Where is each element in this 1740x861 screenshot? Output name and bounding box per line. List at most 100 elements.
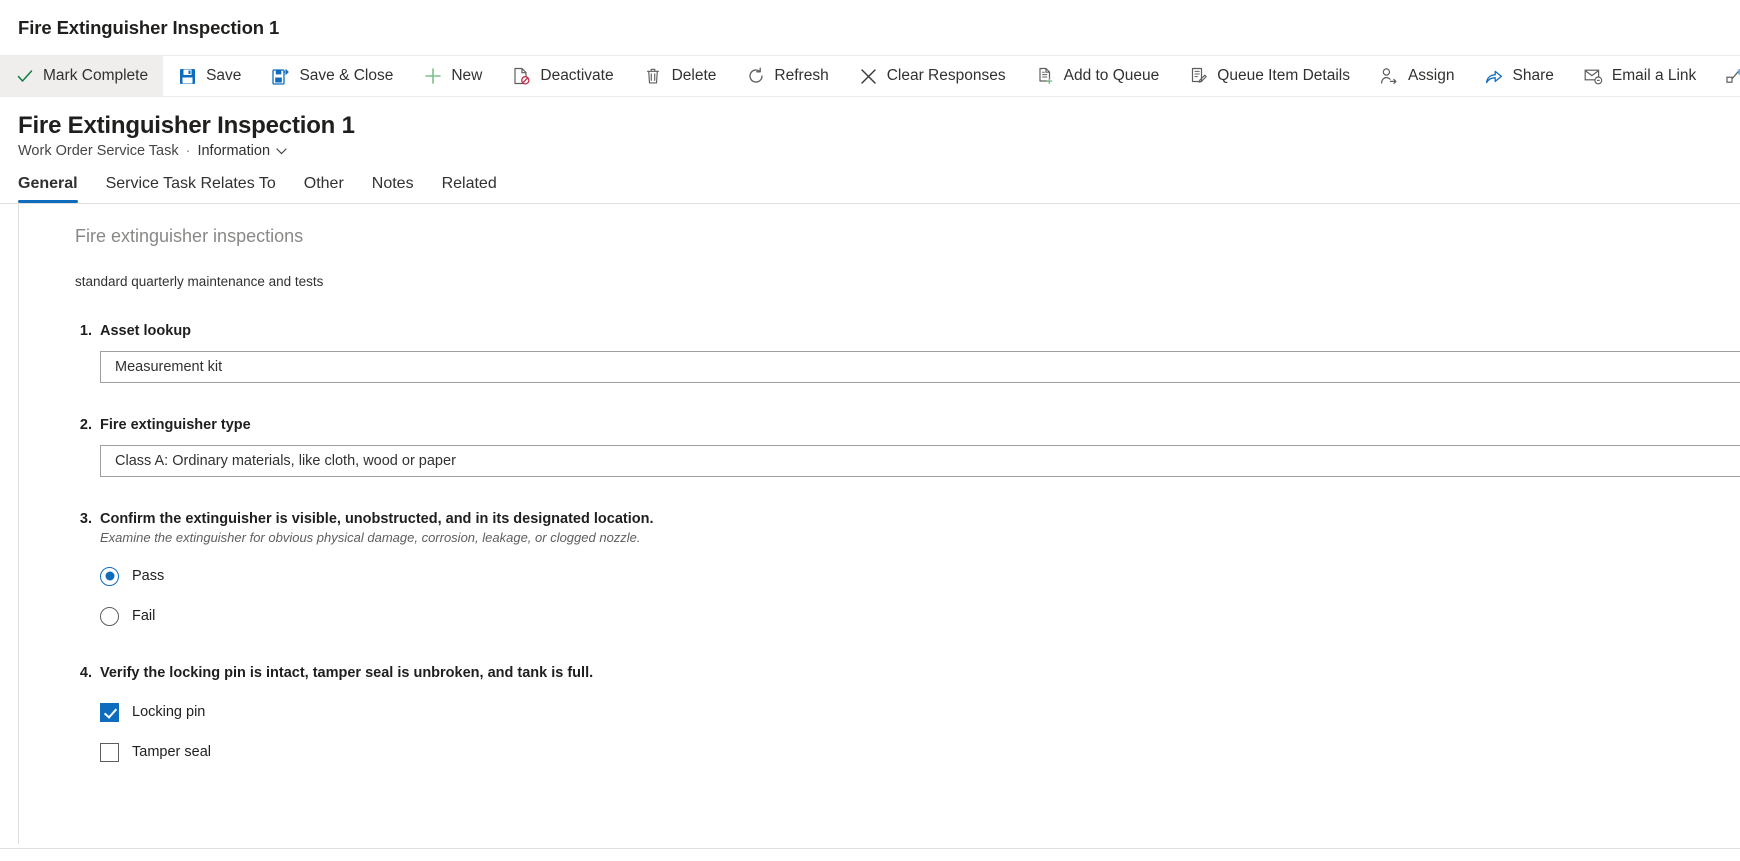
question-option-list: Pass Fail: [100, 561, 1740, 631]
question-header: 1. Asset lookup: [75, 323, 1740, 339]
command-button-assign[interactable]: Assign: [1365, 56, 1470, 96]
question-field-wrapper: [100, 445, 1740, 477]
command-button-label: New: [451, 67, 483, 84]
save-icon: [178, 67, 197, 86]
tab-related[interactable]: Related: [442, 175, 511, 203]
command-button-label: Mark Complete: [43, 67, 149, 84]
question-1-text-input[interactable]: [100, 351, 1740, 383]
command-button-save-close[interactable]: Save & Close: [256, 56, 408, 96]
radio-option-row[interactable]: Fail: [100, 601, 1740, 631]
question-label: Verify the locking pin is intact, tamper…: [100, 665, 594, 681]
question-label: Fire extinguisher type: [100, 417, 251, 433]
form-selector-label: Information: [197, 143, 271, 159]
command-button-new[interactable]: New: [408, 56, 497, 96]
question-label: Confirm the extinguisher is visible, uno…: [100, 511, 654, 527]
question-list: 1. Asset lookup 2. Fire extinguisher type 3.…: [75, 323, 1740, 767]
inspection-panel: Fire extinguisher inspections standard q…: [18, 204, 1740, 844]
command-button-share[interactable]: Share: [1470, 56, 1569, 96]
question-header: 3. Confirm the extinguisher is visible, u…: [75, 511, 1740, 527]
assign-person-icon: [1380, 67, 1399, 86]
tab-notes[interactable]: Notes: [372, 175, 428, 203]
add-to-queue-icon: [1036, 67, 1055, 86]
tab-label: General: [18, 175, 78, 192]
inspection-description: standard quarterly maintenance and tests: [75, 274, 324, 289]
tab-general[interactable]: General: [18, 175, 92, 203]
command-button-delete[interactable]: Delete: [629, 56, 732, 96]
radio-button-fail[interactable]: [100, 606, 119, 626]
question-header: 4. Verify the locking pin is intact, tamp…: [75, 665, 1740, 681]
command-button-add-to-queue[interactable]: Add to Queue: [1021, 56, 1175, 96]
command-button-save[interactable]: Save: [163, 56, 256, 96]
chevron-down-icon: [276, 143, 287, 159]
tab-label: Other: [303, 175, 344, 192]
checkbox-option-row[interactable]: Tamper seal: [100, 737, 1740, 767]
command-button-label: Add to Queue: [1063, 67, 1160, 84]
separator-dot: ·: [185, 143, 191, 159]
option-label: Tamper seal: [132, 744, 211, 760]
form-body: Fire extinguisher inspections standard q…: [0, 204, 1740, 849]
tab-label: Service Task Relates To: [105, 175, 276, 192]
tab-other[interactable]: Other: [304, 175, 358, 203]
question-2-text-input[interactable]: [100, 445, 1740, 477]
command-button-label: Deactivate: [540, 67, 614, 84]
form-bottom-divider: [0, 848, 1740, 849]
app-title-bar: Fire Extinguisher Inspection 1: [0, 0, 1740, 55]
question-number: 1.: [79, 323, 92, 339]
checkmark-icon: [15, 67, 34, 86]
tab-service-task-relates-to[interactable]: Service Task Relates To: [106, 175, 290, 203]
command-button-refresh[interactable]: Refresh: [731, 56, 843, 96]
question-label: Asset lookup: [100, 323, 192, 339]
checkbox-tamper-seal[interactable]: [100, 742, 119, 762]
question-hint: Examine the extinguisher for obvious phy…: [100, 530, 641, 545]
tab-strip: General Service Task Relates To Other Notes…: [0, 159, 1740, 204]
radio-option-row[interactable]: Pass: [100, 561, 1740, 591]
email-link-icon: [1584, 67, 1603, 86]
tab-label: Related: [441, 175, 497, 192]
close-x-icon: [859, 67, 878, 86]
command-button-label: Share: [1512, 67, 1554, 84]
record-header: Fire Extinguisher Inspection 1 Work Orde…: [0, 97, 1740, 159]
command-button-label: Assign: [1407, 67, 1455, 84]
option-label: Locking pin: [132, 704, 206, 720]
command-button-label: Clear Responses: [886, 67, 1006, 84]
question-1: 1. Asset lookup: [75, 323, 1740, 383]
record-subheader: Work Order Service Task · Information: [18, 143, 1740, 159]
question-option-list: Locking pin Tamper seal: [100, 697, 1740, 767]
command-button-deactivate[interactable]: Deactivate: [497, 56, 628, 96]
command-button-label: Queue Item Details: [1217, 67, 1350, 84]
question-2: 2. Fire extinguisher type: [75, 417, 1740, 477]
command-button-label: Save & Close: [299, 67, 394, 84]
entity-name: Work Order Service Task: [18, 143, 179, 159]
option-label: Fail: [132, 608, 156, 624]
question-number: 2.: [79, 417, 92, 433]
form-selector[interactable]: Information: [197, 143, 287, 159]
checkbox-locking-pin[interactable]: [100, 702, 119, 722]
share-icon: [1485, 67, 1504, 86]
command-button-label: Email a Link: [1611, 67, 1697, 84]
command-button-queue-item-details[interactable]: Queue Item Details: [1174, 56, 1365, 96]
checkbox-option-row[interactable]: Locking pin: [100, 697, 1740, 727]
question-field-wrapper: [100, 351, 1740, 383]
command-button-email-a-link[interactable]: Email a Link: [1569, 56, 1711, 96]
command-button-label: Delete: [671, 67, 717, 84]
trash-icon: [644, 67, 663, 86]
save-and-close-icon: [271, 67, 290, 86]
queue-item-details-icon: [1189, 67, 1208, 86]
page-title: Fire Extinguisher Inspection 1: [18, 112, 355, 139]
app-title: Fire Extinguisher Inspection 1: [18, 16, 280, 38]
question-number: 3.: [79, 511, 92, 527]
flow-icon: [1726, 67, 1740, 86]
command-button-flow[interactable]: Flow: [1711, 56, 1740, 96]
command-button-label: Save: [206, 67, 242, 84]
command-button-clear-responses[interactable]: Clear Responses: [844, 56, 1021, 96]
option-label: Pass: [132, 568, 165, 584]
command-button-label: Refresh: [774, 67, 829, 84]
question-4: 4. Verify the locking pin is intact, tamp…: [75, 665, 1740, 767]
deactivate-icon: [512, 67, 531, 86]
command-button-mark-complete[interactable]: Mark Complete: [0, 56, 164, 96]
radio-button-pass[interactable]: [100, 566, 119, 586]
question-header: 2. Fire extinguisher type: [75, 417, 1740, 433]
tab-label: Notes: [371, 175, 414, 192]
question-number: 4.: [79, 665, 92, 681]
refresh-icon: [746, 67, 765, 86]
